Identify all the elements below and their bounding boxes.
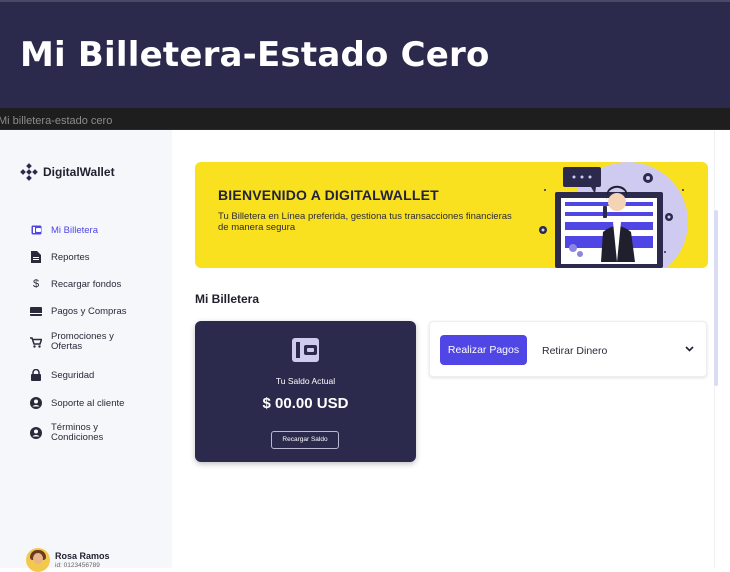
sidebar-item-seguridad[interactable]: Seguridad — [30, 369, 94, 381]
user-name: Rosa Ramos — [55, 551, 110, 561]
tab-bar: Mi billetera-estado cero — [0, 108, 730, 130]
balance-label: Tu Saldo Actual — [275, 376, 336, 386]
section-title: Mi Billetera — [195, 292, 260, 306]
welcome-banner: BIENVENIDO A DIGITALWALLET Tu Billetera … — [195, 162, 708, 268]
recharge-button[interactable]: Recargar Saldo — [271, 431, 339, 449]
sidebar-item-label: Recargar fondos — [51, 278, 122, 290]
sidebar: DigitalWallet Mi Billetera Reportes $ Re… — [0, 130, 172, 572]
sidebar-item-soporte[interactable]: Soporte al cliente — [30, 397, 124, 409]
sidebar-item-label: Mi Billetera — [51, 224, 98, 236]
sidebar-item-reportes[interactable]: Reportes — [30, 251, 90, 263]
cart-icon — [30, 336, 42, 348]
card-icon — [30, 305, 42, 317]
sidebar-item-recargar-fondos[interactable]: $ Recargar fondos — [30, 278, 121, 290]
actions-panel: Realizar Pagos Retirar Dinero — [429, 321, 707, 377]
lock-icon — [30, 369, 42, 381]
sidebar-item-label: Términos y Condiciones — [51, 422, 104, 443]
balance-card: Tu Saldo Actual $ 00.00 USD Recargar Sal… — [195, 321, 416, 462]
page-title: Mi Billetera-Estado Cero — [20, 35, 490, 75]
avatar — [26, 548, 50, 572]
wallet-icon — [292, 338, 319, 362]
make-payment-button[interactable]: Realizar Pagos — [440, 335, 527, 365]
user-circle-icon — [30, 427, 42, 439]
sidebar-item-pagos-compras[interactable]: Pagos y Compras — [30, 305, 127, 317]
withdraw-tab[interactable]: Retirar Dinero — [542, 345, 607, 357]
sidebar-item-label: Reportes — [51, 251, 90, 263]
document-icon — [30, 251, 42, 263]
user-profile[interactable]: Rosa Ramos id: 0123456789 — [26, 548, 110, 572]
wallet-icon — [30, 224, 42, 236]
sidebar-item-label: Promociones y Ofertas — [51, 331, 114, 352]
sidebar-item-label: Soporte al cliente — [51, 397, 125, 409]
sidebar-item-terminos[interactable]: Términos y Condiciones — [30, 423, 103, 443]
sidebar-item-promociones[interactable]: Promociones y Ofertas — [30, 332, 114, 352]
tab-label[interactable]: Mi billetera-estado cero — [0, 115, 112, 127]
sidebar-item-label: Seguridad — [51, 369, 95, 381]
brand-logo[interactable]: DigitalWallet — [20, 163, 115, 181]
balance-amount: $ 00.00 USD — [262, 395, 349, 412]
banner-illustration — [539, 162, 688, 268]
app-header: Mi Billetera-Estado Cero — [0, 0, 730, 108]
scrollbar[interactable] — [714, 210, 718, 386]
user-circle-icon — [30, 397, 42, 409]
brand-name: DigitalWallet — [43, 165, 115, 179]
sidebar-item-label: Pagos y Compras — [51, 305, 127, 317]
banner-text: Tu Billetera en Línea preferida, gestion… — [218, 211, 512, 233]
chevron-down-icon[interactable] — [685, 346, 694, 352]
sidebar-item-mi-billetera[interactable]: Mi Billetera — [30, 224, 98, 236]
banner-title: BIENVENIDO A DIGITALWALLET — [218, 187, 439, 203]
dollar-icon: $ — [32, 278, 40, 290]
logo-icon — [20, 163, 38, 181]
